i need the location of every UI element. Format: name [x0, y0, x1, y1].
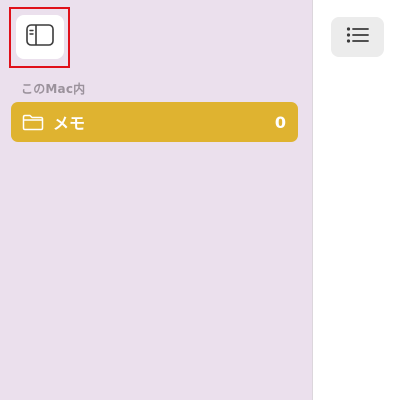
folder-icon — [22, 113, 44, 131]
sidebar-toggle-button[interactable] — [16, 15, 64, 59]
sidebar-toggle-icon — [26, 24, 54, 50]
list-view-icon — [346, 26, 370, 48]
folder-label: メモ — [53, 114, 86, 133]
folder-count: 0 — [274, 112, 286, 132]
list-view-button[interactable] — [331, 17, 384, 57]
notes-window: このMac内 メモ 0 — [0, 0, 400, 400]
sidebar: このMac内 メモ 0 — [0, 0, 312, 400]
sidebar-item-notes-folder[interactable]: メモ 0 — [11, 102, 298, 142]
content-area — [313, 0, 400, 400]
section-label-on-my-mac: このMac内 — [21, 82, 86, 96]
